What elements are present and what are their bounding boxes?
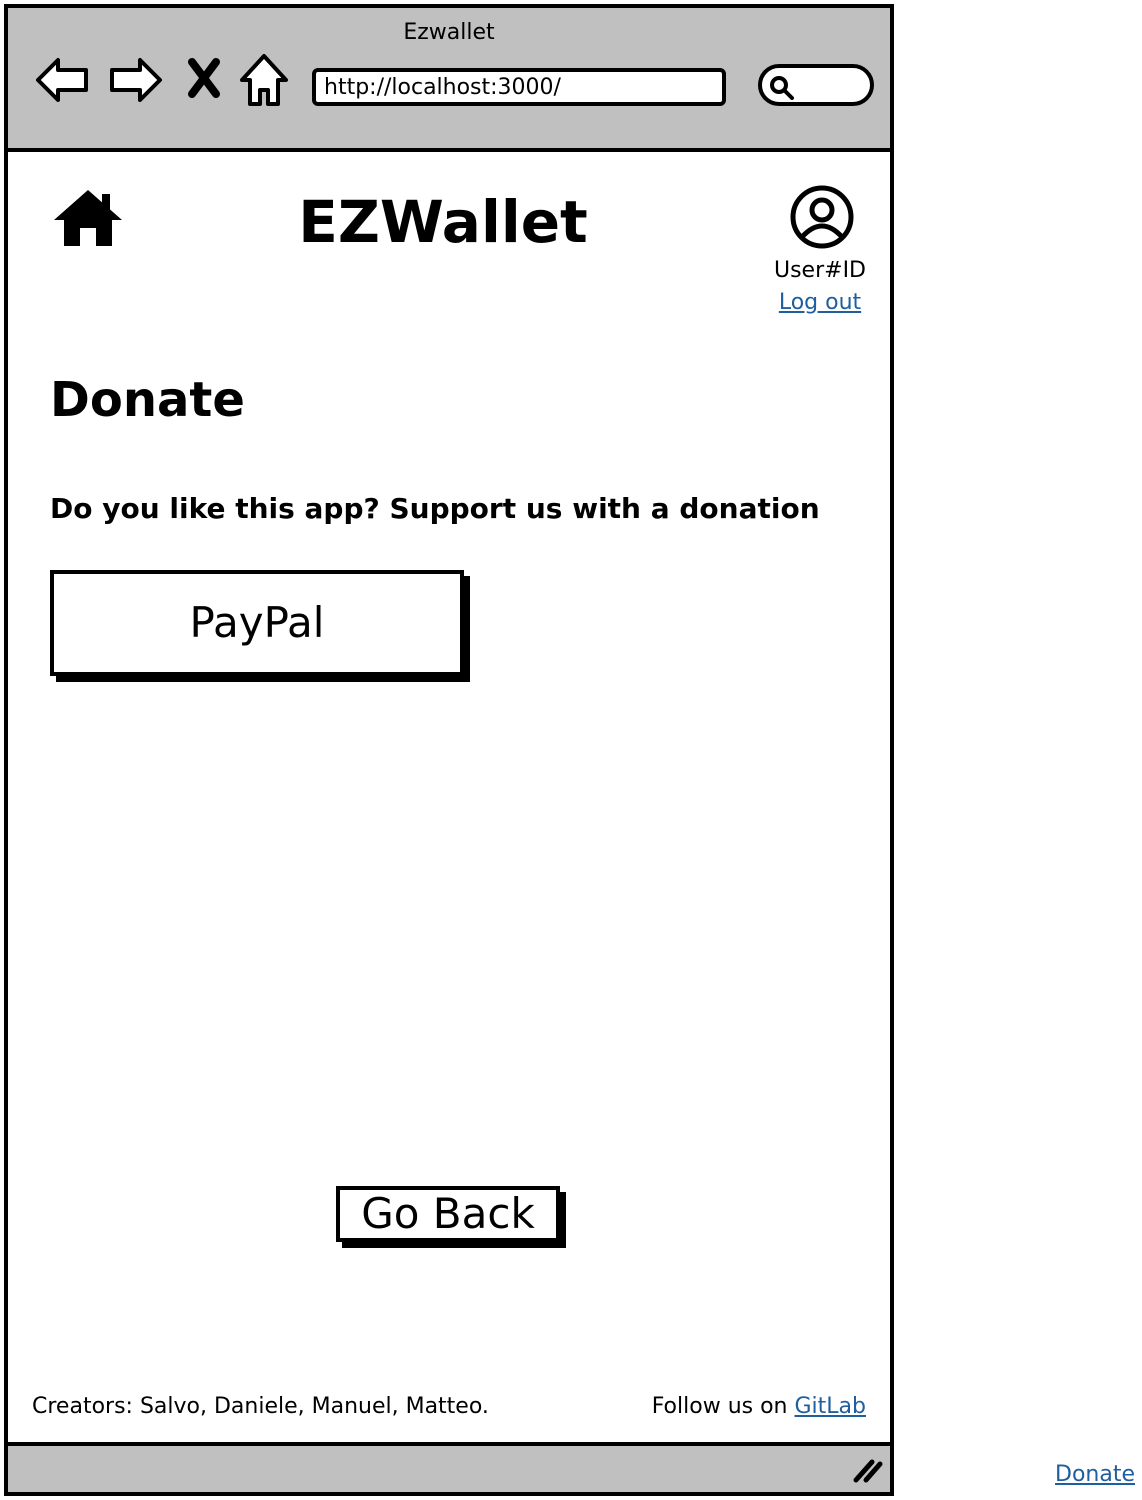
follow-prefix: Follow us on (651, 1394, 788, 1419)
close-icon[interactable] (180, 50, 228, 110)
address-bar[interactable]: http://localhost:3000/ (312, 68, 726, 106)
back-arrow-icon[interactable] (34, 50, 92, 110)
search-icon (770, 76, 794, 100)
donation-tagline: Do you like this app? Support us with a … (50, 492, 820, 525)
browser-statusbar (8, 1442, 890, 1492)
paypal-button[interactable]: PayPal (50, 570, 464, 676)
browser-window: Ezwallet http://localhost:3000/ EZWallet… (4, 4, 894, 1496)
gitlab-link[interactable]: GitLab (795, 1394, 867, 1419)
donate-link[interactable]: Donate (1055, 1462, 1135, 1487)
user-profile-icon[interactable] (788, 183, 856, 255)
browser-search-box[interactable] (758, 64, 874, 106)
user-id-label: User#ID (773, 258, 866, 283)
logout-link[interactable]: Log out (760, 290, 880, 315)
page-title: Donate (50, 372, 245, 428)
browser-titlebar: Ezwallet http://localhost:3000/ (8, 8, 890, 152)
creators-text: Creators: Salvo, Daniele, Manuel, Matteo… (32, 1394, 489, 1419)
forward-arrow-icon[interactable] (106, 50, 164, 110)
home-outline-icon[interactable] (236, 50, 294, 110)
app-title: EZWallet (298, 188, 588, 256)
go-back-button[interactable]: Go Back (336, 1186, 560, 1242)
follow-us-text: Follow us on GitLab (652, 1394, 866, 1419)
window-title: Ezwallet (403, 20, 495, 45)
resize-grip-icon[interactable] (850, 1454, 884, 1488)
